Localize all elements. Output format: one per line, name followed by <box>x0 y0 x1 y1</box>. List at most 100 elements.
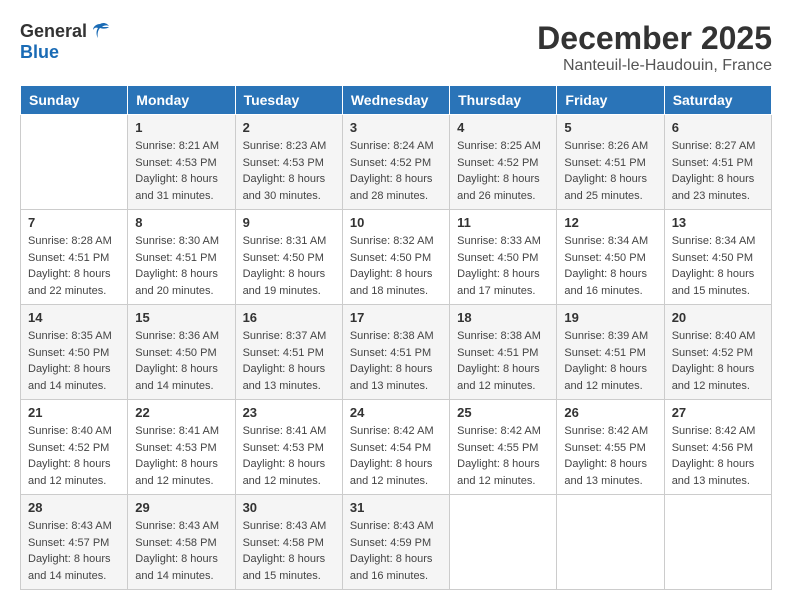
day-number: 14 <box>28 310 120 325</box>
header-friday: Friday <box>557 86 664 115</box>
day-cell: 2Sunrise: 8:23 AM Sunset: 4:53 PM Daylig… <box>235 115 342 210</box>
day-number: 1 <box>135 120 227 135</box>
day-cell: 11 Sunrise: 8:33 AM Sunset: 4:50 PM Dayli… <box>450 210 557 305</box>
location-title: Nanteuil-le-Haudouin, France <box>537 57 772 75</box>
day-cell: 20 Sunrise: 8:40 AM Sunset: 4:52 PM Dayli… <box>664 305 771 400</box>
day-number: 29 <box>135 500 227 515</box>
day-cell: 21Sunrise: 8:40 AM Sunset: 4:52 PM Dayli… <box>21 400 128 495</box>
day-info: Sunrise: 8:40 AM Sunset: 4:52 PM Dayligh… <box>672 328 764 394</box>
day-cell: 5 Sunrise: 8:26 AM Sunset: 4:51 PM Daylig… <box>557 115 664 210</box>
day-info: Sunrise: 8:38 AM Sunset: 4:51 PM Dayligh… <box>350 328 442 394</box>
day-number: 12 <box>564 215 656 230</box>
day-number: 21 <box>28 405 120 420</box>
day-number: 17 <box>350 310 442 325</box>
day-cell: 30 Sunrise: 8:43 AM Sunset: 4:58 PM Dayli… <box>235 495 342 590</box>
day-info: Sunrise: 8:42 AM Sunset: 4:56 PM Dayligh… <box>672 423 764 489</box>
day-cell: 26 Sunrise: 8:42 AM Sunset: 4:55 PM Dayli… <box>557 400 664 495</box>
day-number: 23 <box>243 405 335 420</box>
day-number: 18 <box>457 310 549 325</box>
day-number: 8 <box>135 215 227 230</box>
week-row-4: 21Sunrise: 8:40 AM Sunset: 4:52 PM Dayli… <box>21 400 772 495</box>
day-cell <box>664 495 771 590</box>
day-number: 22 <box>135 405 227 420</box>
day-info: Sunrise: 8:32 AM Sunset: 4:50 PM Dayligh… <box>350 233 442 299</box>
header-wednesday: Wednesday <box>342 86 449 115</box>
header-tuesday: Tuesday <box>235 86 342 115</box>
header-monday: Monday <box>128 86 235 115</box>
day-info: Sunrise: 8:43 AM Sunset: 4:57 PM Dayligh… <box>28 518 120 584</box>
day-cell: 4Sunrise: 8:25 AM Sunset: 4:52 PM Daylig… <box>450 115 557 210</box>
day-cell: 9Sunrise: 8:31 AM Sunset: 4:50 PM Daylig… <box>235 210 342 305</box>
day-number: 30 <box>243 500 335 515</box>
day-number: 24 <box>350 405 442 420</box>
page-header: General Blue December 2025 Nanteuil-le-H… <box>20 20 772 75</box>
calendar-table: SundayMondayTuesdayWednesdayThursdayFrid… <box>20 85 772 590</box>
day-cell: 6Sunrise: 8:27 AM Sunset: 4:51 PM Daylig… <box>664 115 771 210</box>
calendar-header: SundayMondayTuesdayWednesdayThursdayFrid… <box>21 86 772 115</box>
week-row-1: 1 Sunrise: 8:21 AM Sunset: 4:53 PM Daylig… <box>21 115 772 210</box>
day-cell: 7Sunrise: 8:28 AM Sunset: 4:51 PM Daylig… <box>21 210 128 305</box>
day-number: 7 <box>28 215 120 230</box>
month-title: December 2025 <box>537 20 772 57</box>
day-cell: 27 Sunrise: 8:42 AM Sunset: 4:56 PM Dayli… <box>664 400 771 495</box>
day-info: Sunrise: 8:27 AM Sunset: 4:51 PM Dayligh… <box>672 138 764 204</box>
day-info: Sunrise: 8:42 AM Sunset: 4:55 PM Dayligh… <box>564 423 656 489</box>
day-cell: 29Sunrise: 8:43 AM Sunset: 4:58 PM Dayli… <box>128 495 235 590</box>
day-number: 25 <box>457 405 549 420</box>
logo-bird-icon <box>89 20 111 42</box>
day-info: Sunrise: 8:39 AM Sunset: 4:51 PM Dayligh… <box>564 328 656 394</box>
day-info: Sunrise: 8:34 AM Sunset: 4:50 PM Dayligh… <box>672 233 764 299</box>
logo: General Blue <box>20 20 111 63</box>
day-info: Sunrise: 8:26 AM Sunset: 4:51 PM Dayligh… <box>564 138 656 204</box>
day-info: Sunrise: 8:34 AM Sunset: 4:50 PM Dayligh… <box>564 233 656 299</box>
day-info: Sunrise: 8:33 AM Sunset: 4:50 PM Dayligh… <box>457 233 549 299</box>
day-cell: 15Sunrise: 8:36 AM Sunset: 4:50 PM Dayli… <box>128 305 235 400</box>
day-number: 5 <box>564 120 656 135</box>
day-cell: 17 Sunrise: 8:38 AM Sunset: 4:51 PM Dayli… <box>342 305 449 400</box>
day-number: 27 <box>672 405 764 420</box>
week-row-3: 14Sunrise: 8:35 AM Sunset: 4:50 PM Dayli… <box>21 305 772 400</box>
day-info: Sunrise: 8:42 AM Sunset: 4:54 PM Dayligh… <box>350 423 442 489</box>
day-cell: 31Sunrise: 8:43 AM Sunset: 4:59 PM Dayli… <box>342 495 449 590</box>
day-cell: 18 Sunrise: 8:38 AM Sunset: 4:51 PM Dayli… <box>450 305 557 400</box>
day-cell: 28 Sunrise: 8:43 AM Sunset: 4:57 PM Dayli… <box>21 495 128 590</box>
day-cell: 3 Sunrise: 8:24 AM Sunset: 4:52 PM Daylig… <box>342 115 449 210</box>
day-number: 19 <box>564 310 656 325</box>
day-number: 28 <box>28 500 120 515</box>
day-number: 15 <box>135 310 227 325</box>
header-thursday: Thursday <box>450 86 557 115</box>
day-cell: 13 Sunrise: 8:34 AM Sunset: 4:50 PM Dayli… <box>664 210 771 305</box>
day-cell: 19 Sunrise: 8:39 AM Sunset: 4:51 PM Dayli… <box>557 305 664 400</box>
day-cell: 22 Sunrise: 8:41 AM Sunset: 4:53 PM Dayli… <box>128 400 235 495</box>
day-cell <box>557 495 664 590</box>
day-cell <box>450 495 557 590</box>
day-number: 11 <box>457 215 549 230</box>
week-row-2: 7Sunrise: 8:28 AM Sunset: 4:51 PM Daylig… <box>21 210 772 305</box>
logo-blue-text: Blue <box>20 42 59 62</box>
day-info: Sunrise: 8:30 AM Sunset: 4:51 PM Dayligh… <box>135 233 227 299</box>
day-number: 31 <box>350 500 442 515</box>
day-info: Sunrise: 8:41 AM Sunset: 4:53 PM Dayligh… <box>243 423 335 489</box>
day-info: Sunrise: 8:31 AM Sunset: 4:50 PM Dayligh… <box>243 233 335 299</box>
day-number: 10 <box>350 215 442 230</box>
day-number: 20 <box>672 310 764 325</box>
day-cell: 23 Sunrise: 8:41 AM Sunset: 4:53 PM Dayli… <box>235 400 342 495</box>
day-number: 3 <box>350 120 442 135</box>
day-info: Sunrise: 8:24 AM Sunset: 4:52 PM Dayligh… <box>350 138 442 204</box>
day-info: Sunrise: 8:43 AM Sunset: 4:58 PM Dayligh… <box>243 518 335 584</box>
day-number: 2 <box>243 120 335 135</box>
day-cell: 16Sunrise: 8:37 AM Sunset: 4:51 PM Dayli… <box>235 305 342 400</box>
day-info: Sunrise: 8:37 AM Sunset: 4:51 PM Dayligh… <box>243 328 335 394</box>
day-number: 13 <box>672 215 764 230</box>
day-info: Sunrise: 8:38 AM Sunset: 4:51 PM Dayligh… <box>457 328 549 394</box>
day-info: Sunrise: 8:41 AM Sunset: 4:53 PM Dayligh… <box>135 423 227 489</box>
title-block: December 2025 Nanteuil-le-Haudouin, Fran… <box>537 20 772 75</box>
day-number: 26 <box>564 405 656 420</box>
logo-general-text: General <box>20 21 87 42</box>
day-cell <box>21 115 128 210</box>
day-info: Sunrise: 8:25 AM Sunset: 4:52 PM Dayligh… <box>457 138 549 204</box>
week-row-5: 28 Sunrise: 8:43 AM Sunset: 4:57 PM Dayli… <box>21 495 772 590</box>
header-sunday: Sunday <box>21 86 128 115</box>
day-cell: 24 Sunrise: 8:42 AM Sunset: 4:54 PM Dayli… <box>342 400 449 495</box>
day-info: Sunrise: 8:21 AM Sunset: 4:53 PM Dayligh… <box>135 138 227 204</box>
